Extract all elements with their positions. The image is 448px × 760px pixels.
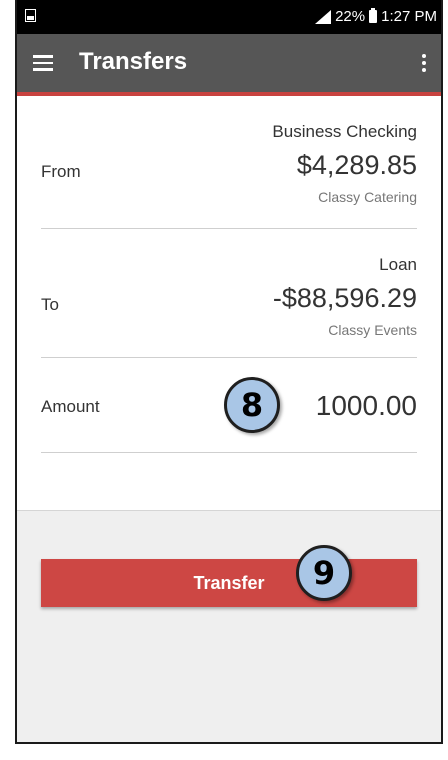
from-account-row[interactable]: From Business Checking $4,289.85 Classy …: [41, 118, 417, 229]
to-account-name: Loan: [379, 255, 417, 274]
from-label: From: [41, 162, 81, 181]
status-right: 22% 1:27 PM: [315, 8, 437, 25]
action-area: Transfer 9: [17, 510, 441, 742]
to-account-row[interactable]: To Loan -$88,596.29 Classy Events: [41, 251, 417, 358]
from-account-name: Business Checking: [272, 122, 417, 141]
notification-icon: [25, 9, 36, 22]
step-badge-9: 9: [296, 545, 352, 601]
phone-screen: 22% 1:27 PM Transfers From Business Chec…: [15, 0, 443, 744]
step-badge-8: 8: [224, 377, 280, 433]
to-account-balance: -$88,596.29: [272, 283, 417, 313]
to-account-details: Loan -$88,596.29 Classy Events: [273, 255, 417, 338]
amount-input[interactable]: 1000.00: [316, 390, 417, 422]
hamburger-menu-icon[interactable]: [33, 55, 53, 71]
status-bar: 22% 1:27 PM: [17, 0, 441, 34]
to-account-owner: Classy Events: [328, 322, 417, 338]
amount-label: Amount: [41, 397, 100, 416]
clock: 1:27 PM: [381, 8, 437, 25]
signal-icon: [315, 9, 332, 24]
transfer-form: From Business Checking $4,289.85 Classy …: [17, 96, 441, 510]
more-vert-icon[interactable]: [421, 54, 427, 72]
from-account-balance: $4,289.85: [296, 150, 417, 180]
from-account-owner: Classy Catering: [318, 189, 417, 205]
transfer-button-label: Transfer: [193, 572, 265, 593]
amount-row: Amount 8 1000.00: [41, 357, 417, 453]
to-label: To: [41, 295, 59, 314]
app-bar: Transfers: [17, 34, 441, 96]
from-account-details: Business Checking $4,289.85 Classy Cater…: [272, 122, 417, 205]
battery-icon: [369, 8, 378, 23]
battery-percent: 22%: [335, 8, 366, 25]
transfer-button[interactable]: Transfer: [41, 559, 417, 607]
page-title: Transfers: [79, 48, 188, 75]
